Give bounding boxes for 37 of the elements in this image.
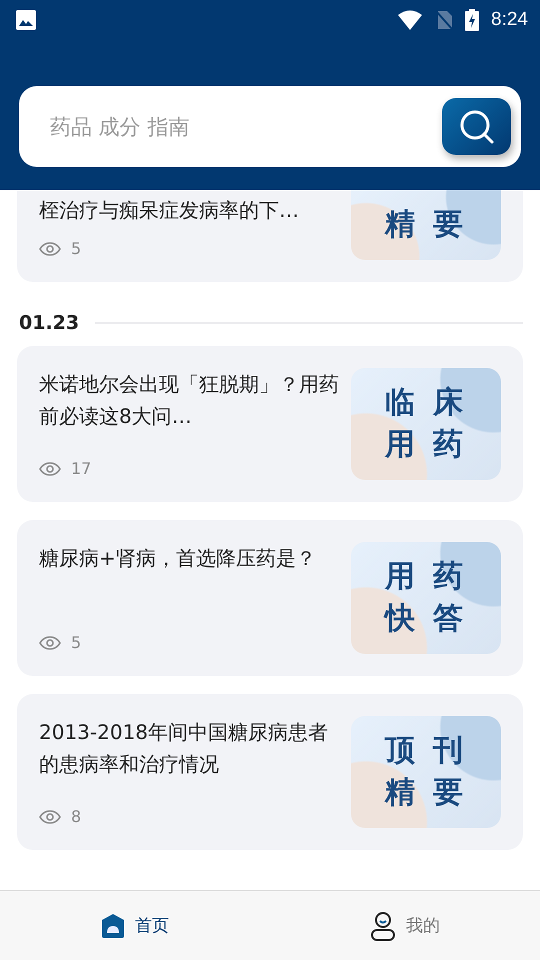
view-count: 8 — [71, 807, 82, 826]
search-bar[interactable]: 药品 成分 指南 — [19, 86, 521, 167]
article-title: 2013-2018年间中国糖尿病患者的患病率和治疗情况 — [39, 719, 330, 778]
cover-title: 精 要 — [384, 206, 468, 244]
eye-icon — [39, 636, 61, 650]
article-title: 桎治疗与痴呆症发病率的下… — [39, 197, 300, 224]
search-field[interactable]: 药品 成分 指南 — [48, 114, 442, 140]
cover-title: 用 药 — [384, 558, 468, 596]
cover-title: 临 床 — [384, 384, 468, 422]
user-icon — [370, 910, 396, 940]
view-count: 5 — [71, 633, 82, 652]
cover-title: 用 药 — [384, 426, 468, 464]
article-card[interactable]: 桎治疗与痴呆症发病率的下… 5 精 要 — [17, 190, 523, 282]
cover-title: 精 要 — [384, 774, 468, 812]
article-title: 米诺地尔会出现「狂脱期」？用药前必读这8大问… — [39, 371, 339, 430]
nav-tab[interactable]: 首页 — [0, 891, 270, 960]
eye-icon — [39, 242, 61, 256]
nav-tab[interactable]: 我的 — [270, 891, 540, 960]
image-icon — [16, 10, 36, 30]
eye-icon — [39, 810, 61, 824]
battery-charging-icon — [465, 9, 480, 31]
cover-title: 快 答 — [384, 600, 468, 638]
article-card[interactable]: 2013-2018年间中国糖尿病患者的患病率和治疗情况 8 顶 刊 精 要 — [17, 694, 523, 850]
wifi-icon — [397, 10, 424, 30]
no-sim-icon — [435, 10, 454, 30]
view-count: 5 — [71, 239, 82, 258]
date-header: 01.23 — [19, 312, 80, 334]
home-icon — [101, 912, 125, 938]
search-button[interactable] — [442, 98, 511, 155]
article-card[interactable]: 糖尿病+肾病，首选降压药是？ 5 用 药 快 答 — [17, 520, 523, 676]
cover-title: 顶 刊 — [384, 732, 468, 770]
search-icon — [458, 108, 494, 144]
view-count: 17 — [71, 459, 92, 478]
clock-time: 8:24 — [491, 9, 528, 31]
article-card[interactable]: 米诺地尔会出现「狂脱期」？用药前必读这8大问… 17 临 床 用 药 — [17, 346, 523, 502]
article-title: 糖尿病+肾病，首选降压药是？ — [39, 545, 317, 572]
eye-icon — [39, 462, 61, 476]
